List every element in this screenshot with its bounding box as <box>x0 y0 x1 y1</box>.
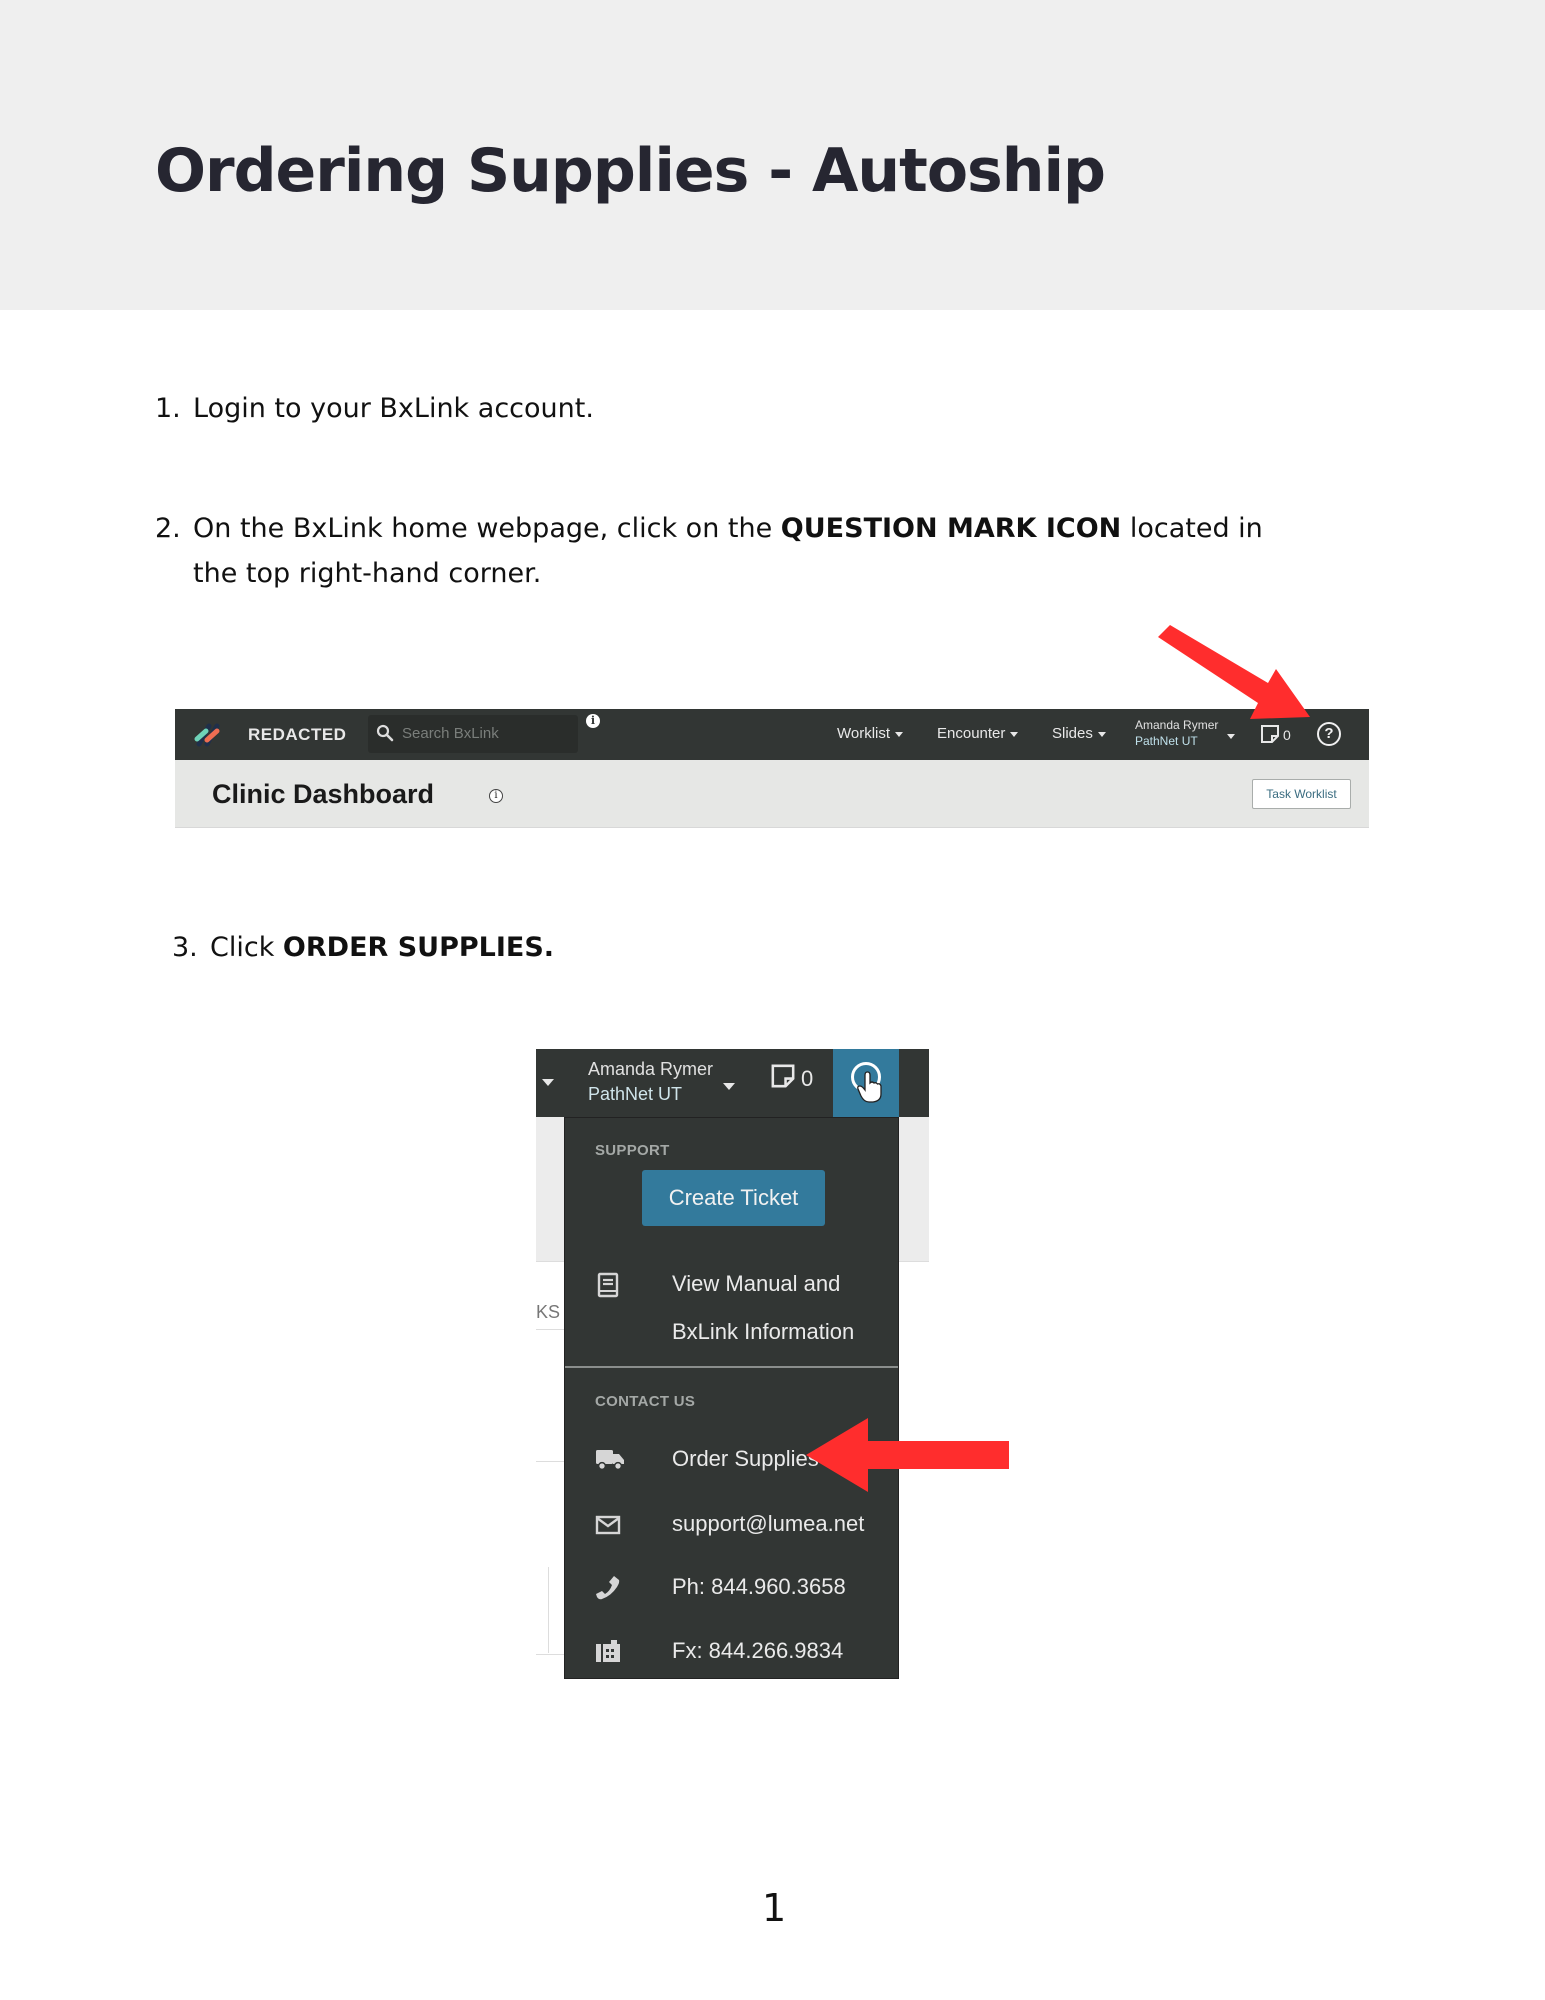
user-org: PathNet UT <box>1135 734 1198 748</box>
brand-name: REDACTED <box>248 725 347 744</box>
info-icon[interactable]: i <box>489 789 503 803</box>
help-button[interactable] <box>833 1049 899 1117</box>
navbar-screenshot: REDACTED Search BxLink i Worklist Encoun… <box>175 709 1369 828</box>
envelope-icon <box>595 1515 621 1535</box>
caret-down-icon <box>1097 731 1106 737</box>
divider <box>548 1567 549 1653</box>
hand-cursor-icon <box>857 1071 882 1103</box>
phone-label: Ph: 844.960.3658 <box>672 1574 846 1599</box>
question-mark-icon[interactable]: ? <box>1317 722 1341 746</box>
truck-icon <box>596 1450 624 1471</box>
contact-heading: CONTACT US <box>595 1393 696 1410</box>
step-text: On the BxLink home webpage, click on the <box>193 513 781 544</box>
fax-icon <box>596 1640 620 1662</box>
step-1: 1. Login to your BxLink account. <box>155 386 594 431</box>
step-number: 3. <box>172 932 198 963</box>
create-ticket-button[interactable]: Create Ticket <box>642 1170 825 1226</box>
notes-count: 0 <box>1283 727 1291 743</box>
book-icon <box>597 1272 619 1298</box>
caret-down-icon <box>895 731 904 737</box>
notes-count: 0 <box>801 1066 814 1091</box>
step-number: 1. <box>155 393 181 424</box>
support-heading: SUPPORT <box>595 1142 670 1159</box>
help-dropdown-menu: SUPPORT Create Ticket View Manual and Bx… <box>564 1117 899 1679</box>
step-text-continued: the top right-hand corner. <box>193 558 542 589</box>
step-text: located in <box>1121 513 1263 544</box>
title-band: Ordering Supplies - Autoship <box>0 0 1545 310</box>
caret-down-icon[interactable] <box>723 1083 735 1090</box>
brand-logo-icon <box>194 723 220 747</box>
user-name: Amanda Rymer <box>588 1059 714 1079</box>
step-number: 2. <box>155 513 181 544</box>
email-label: support@lumea.net <box>672 1511 865 1536</box>
dashboard-title: Clinic Dashboard <box>212 779 435 809</box>
page-title: Ordering Supplies - Autoship <box>155 136 1106 206</box>
phone-icon <box>596 1576 620 1600</box>
user-org: PathNet UT <box>588 1084 683 1104</box>
page-number: 1 <box>762 1886 787 1930</box>
fax-label: Fx: 844.266.9834 <box>672 1638 844 1663</box>
view-manual-label: View Manual and BxLink Information <box>672 1260 854 1356</box>
search-icon <box>376 724 394 742</box>
nav-slides[interactable]: Slides <box>1052 725 1106 742</box>
user-menu[interactable]: Amanda Rymer PathNet UT <box>588 1057 713 1107</box>
info-icon[interactable]: i <box>586 714 600 728</box>
order-supplies-label: Order Supplies <box>672 1446 819 1471</box>
caret-down-icon[interactable] <box>1227 734 1235 739</box>
caret-down-icon[interactable] <box>542 1079 554 1086</box>
notes-icon[interactable] <box>769 1062 797 1090</box>
step-emphasis: ORDER SUPPLIES. <box>282 932 555 963</box>
navbar: Amanda Rymer PathNet UT 0 <box>536 1049 929 1117</box>
red-arrow-icon <box>806 1418 1009 1492</box>
step-text: Login to your BxLink account. <box>193 393 594 424</box>
step-emphasis: QUESTION MARK ICON <box>780 513 1122 544</box>
nav-slides-label: Slides <box>1052 725 1093 742</box>
nav-encounter[interactable]: Encounter <box>937 725 1019 742</box>
nav-encounter-label: Encounter <box>937 725 1006 742</box>
red-arrow-icon <box>1158 625 1310 719</box>
manual-line-2: BxLink Information <box>672 1319 855 1344</box>
manual-line-1: View Manual and <box>672 1271 841 1296</box>
notes-icon[interactable] <box>1259 723 1281 745</box>
step-3: 3. Click ORDER SUPPLIES. <box>172 925 554 970</box>
divider <box>565 1366 898 1368</box>
search-input[interactable]: Search BxLink <box>368 715 578 753</box>
search-placeholder: Search BxLink <box>402 725 499 742</box>
step-2: 2. On the BxLink home webpage, click on t… <box>155 506 1355 596</box>
nav-worklist-label: Worklist <box>837 725 891 742</box>
nav-worklist[interactable]: Worklist <box>837 725 904 742</box>
caret-down-icon <box>1010 731 1019 737</box>
background-text: KS <box>536 1302 561 1322</box>
help-menu-screenshot: Amanda Rymer PathNet UT 0 KS SUPPORT Cre… <box>536 1049 929 1679</box>
step-text: Click <box>210 932 283 963</box>
task-worklist-button[interactable]: Task Worklist <box>1252 779 1351 809</box>
